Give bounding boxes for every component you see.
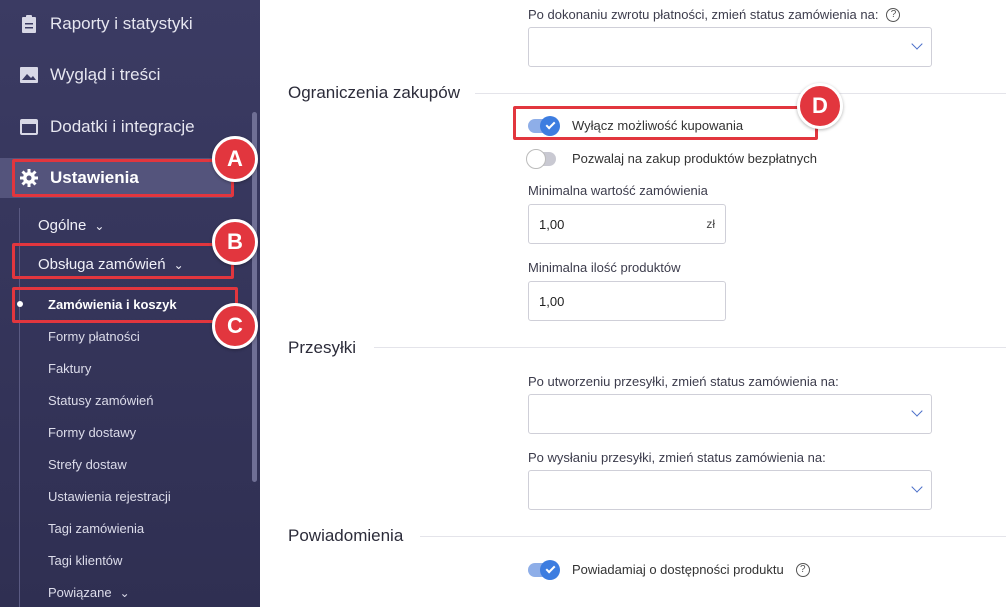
section-divider — [475, 93, 1006, 94]
shipment-sent-label: Po wysłaniu przesyłki, zmień status zamó… — [528, 450, 826, 465]
toggle-free-products[interactable] — [526, 148, 556, 169]
window-icon — [20, 118, 38, 136]
highlight-disable-buying — [513, 106, 818, 140]
subitem-label: Ogólne — [38, 217, 87, 234]
annotation-badge-d: D — [797, 83, 843, 129]
section-title-shipping: Przesyłki — [288, 338, 357, 357]
min-value-text: 1,00 — [539, 216, 565, 232]
min-value-input[interactable]: 1,00 zł — [528, 204, 726, 244]
help-icon[interactable]: ? — [886, 7, 901, 22]
shipment-sent-select[interactable] — [528, 470, 932, 510]
sidebar-item-addons[interactable]: Dodatki i integracje — [0, 107, 250, 147]
sidebar-leaf-zones[interactable]: Strefy dostaw — [48, 457, 127, 472]
main-content: Po dokonaniu zwrotu płatności, zmień sta… — [260, 0, 1006, 607]
leaf-label: Powiązane — [48, 585, 112, 600]
min-qty-input[interactable]: 1,00 — [528, 281, 726, 321]
section-title-limits: Ograniczenia zakupów — [288, 83, 460, 102]
highlight-orders-handling — [12, 243, 234, 279]
highlight-orders-cart — [12, 287, 238, 323]
annotation-badge-b: B — [212, 219, 258, 265]
sidebar-leaf-related[interactable]: Powiązane ⌄ — [48, 585, 130, 600]
toggle-label: Pozwalaj na zakup produktów bezpłatnych — [572, 151, 817, 166]
chevron-down-icon — [911, 405, 923, 417]
clipboard-icon — [20, 15, 38, 33]
chevron-down-icon: ⌄ — [119, 585, 130, 600]
sidebar-subitem-general[interactable]: Ogólne ⌄ — [38, 217, 104, 234]
help-icon[interactable]: ? — [795, 562, 810, 577]
sidebar-leaf-order-tags[interactable]: Tagi zamówienia — [48, 521, 144, 536]
sidebar-leaf-registration[interactable]: Ustawienia rejestracji — [48, 489, 171, 504]
annotation-badge-c: C — [212, 303, 258, 349]
image-icon — [20, 66, 38, 84]
toggle-label: Powiadamiaj o dostępności produktu — [572, 562, 784, 577]
min-value-label: Minimalna wartość zamówienia — [528, 183, 708, 198]
section-divider — [374, 347, 1006, 348]
sidebar-item-reports[interactable]: Raporty i statystyki — [0, 4, 250, 44]
sidebar-leaf-payments[interactable]: Formy płatności — [48, 329, 140, 344]
chevron-down-icon: ⌄ — [94, 218, 105, 233]
check-icon — [540, 559, 560, 580]
toggle-notify-row[interactable]: Powiadamiaj o dostępności produktu ? — [528, 559, 810, 580]
refund-status-label: Po dokonaniu zwrotu płatności, zmień sta… — [528, 7, 901, 22]
toggle-free-products-row[interactable]: Pozwalaj na zakup produktów bezpłatnych — [526, 148, 817, 169]
sidebar-item-label: Raporty i statystyki — [50, 14, 193, 33]
sidebar-leaf-shipping-forms[interactable]: Formy dostawy — [48, 425, 136, 440]
chevron-down-icon — [911, 481, 923, 493]
sidebar-item-appearance[interactable]: Wygląd i treści — [0, 55, 250, 95]
sidebar-leaf-statuses[interactable]: Statusy zamówień — [48, 393, 154, 408]
shipment-created-label: Po utworzeniu przesyłki, zmień status za… — [528, 374, 839, 389]
section-divider — [420, 536, 1006, 537]
chevron-down-icon — [911, 38, 923, 50]
sidebar-leaf-invoices[interactable]: Faktury — [48, 361, 91, 376]
currency-unit: zł — [706, 217, 715, 231]
refund-status-select[interactable] — [528, 27, 932, 67]
sidebar-item-label: Wygląd i treści — [50, 65, 161, 84]
shipment-created-select[interactable] — [528, 394, 932, 434]
sidebar-item-label: Dodatki i integracje — [50, 117, 195, 136]
annotation-badge-a: A — [212, 136, 258, 182]
sidebar-leaf-client-tags[interactable]: Tagi klientów — [48, 553, 122, 568]
min-qty-label: Minimalna ilość produktów — [528, 260, 681, 275]
section-title-notifications: Powiadomienia — [288, 526, 404, 545]
toggle-notify-availability[interactable] — [528, 559, 560, 580]
refund-label-text: Po dokonaniu zwrotu płatności, zmień sta… — [528, 7, 879, 22]
min-qty-text: 1,00 — [539, 293, 565, 309]
highlight-settings — [12, 159, 234, 197]
